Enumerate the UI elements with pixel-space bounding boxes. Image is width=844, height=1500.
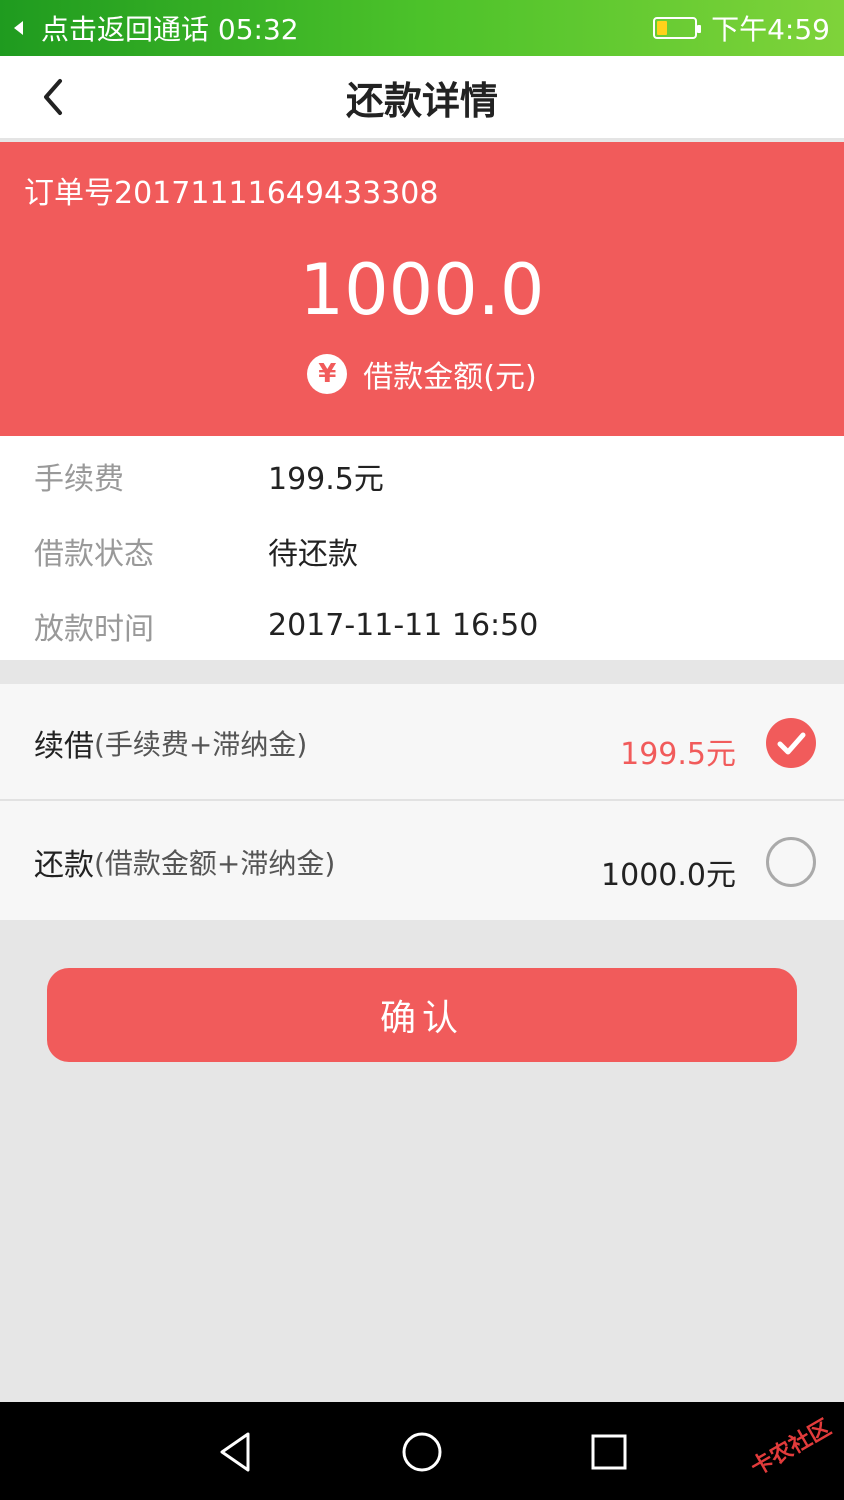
page-title: 还款详情 <box>345 79 498 123</box>
check-circle-icon[interactable] <box>766 718 816 768</box>
option-renew-label: 续借 <box>34 728 94 764</box>
radio-empty-icon[interactable] <box>766 837 816 887</box>
option-renew-amount: 199.5元 <box>620 736 736 772</box>
info-row-disburse-time: 放款时间 2017-11-11 16:50 <box>0 588 844 663</box>
option-repay[interactable]: 还款 (借款金额+滞纳金) 1000.0元 <box>0 803 844 920</box>
option-renew[interactable]: 续借 (手续费+滞纳金) 199.5元 <box>0 684 844 801</box>
repay-options: 续借 (手续费+滞纳金) 199.5元 还款 (借款金额+滞纳金) 1000.0元 <box>0 684 844 920</box>
circle-home-icon[interactable] <box>394 1424 450 1480</box>
back-button[interactable] <box>28 72 78 122</box>
option-repay-title: 还款 (借款金额+滞纳金) <box>34 803 335 920</box>
fee-value: 199.5元 <box>268 461 384 497</box>
option-repay-sub: (借款金额+滞纳金) <box>94 846 336 880</box>
status-value: 待还款 <box>268 536 358 572</box>
loan-info: 手续费 199.5元 借款状态 待还款 放款时间 2017-11-11 16:5… <box>0 436 844 660</box>
loan-amount-caption: ¥ 借款金额(元) <box>0 352 844 396</box>
info-row-fee: 手续费 199.5元 <box>0 438 844 513</box>
option-repay-label: 还款 <box>34 847 94 883</box>
return-call-text[interactable]: 点击返回通话 05:32 <box>41 8 653 48</box>
loan-amount-label: 借款金额(元) <box>363 360 537 395</box>
triangle-back-icon[interactable] <box>208 1424 264 1480</box>
battery-icon <box>653 17 702 39</box>
loan-summary: 订单号20171111649433308 1000.0 ¥ 借款金额(元) <box>0 142 844 436</box>
watermark-logo: 卡农社区 <box>746 1415 836 1481</box>
option-repay-amount: 1000.0元 <box>601 857 736 893</box>
chevron-left-icon <box>44 79 62 115</box>
square-recent-icon[interactable] <box>581 1424 637 1480</box>
info-row-status: 借款状态 待还款 <box>0 513 844 588</box>
title-bar: 还款详情 <box>0 56 844 140</box>
option-renew-title: 续借 (手续费+滞纳金) <box>34 684 307 801</box>
order-number: 订单号20171111649433308 <box>24 176 439 211</box>
yen-icon: ¥ <box>307 354 348 394</box>
return-call-icon[interactable] <box>14 21 23 35</box>
status-time: 下午4:59 <box>711 13 830 46</box>
status-label: 借款状态 <box>34 536 154 572</box>
loan-amount: 1000.0 <box>299 249 545 331</box>
fee-label: 手续费 <box>34 461 124 497</box>
confirm-button[interactable]: 确认 <box>47 968 797 1062</box>
disburse-time-value: 2017-11-11 16:50 <box>268 608 539 643</box>
disburse-time-label: 放款时间 <box>34 611 154 647</box>
status-bar: 点击返回通话 05:32 下午4:59 <box>0 0 844 56</box>
option-renew-sub: (手续费+滞纳金) <box>94 727 308 761</box>
system-nav-bar: 卡农社区 <box>0 1402 844 1500</box>
